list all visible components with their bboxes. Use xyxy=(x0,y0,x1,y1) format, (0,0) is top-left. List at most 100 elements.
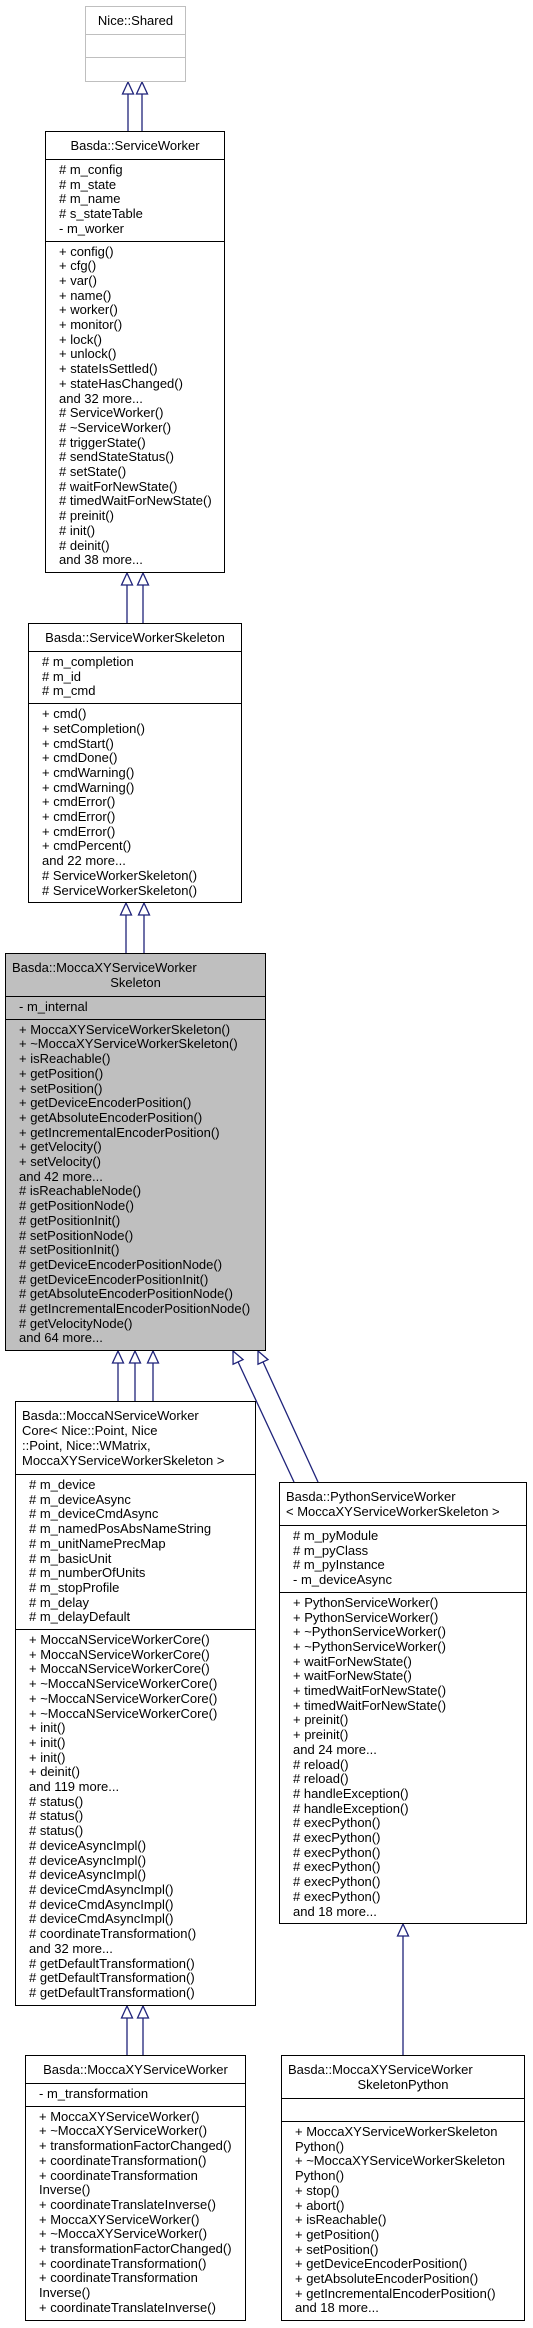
method-item[interactable]: Python() xyxy=(295,2168,516,2184)
class-mocca-xy-service-worker-skeleton-python[interactable]: Basda::MoccaXYServiceWorker SkeletonPytho… xyxy=(281,2055,525,2322)
method-item[interactable]: + MoccaXYServiceWorker() xyxy=(39,2212,237,2228)
method-item[interactable]: + cfg() xyxy=(59,259,216,274)
method-item[interactable]: + cmdPercent() xyxy=(42,839,233,854)
method-item[interactable]: + ~MoccaNServiceWorkerCore() xyxy=(29,1676,247,1692)
method-item[interactable]: and 22 more... xyxy=(42,853,233,869)
method-item[interactable]: + setPosition() xyxy=(19,1081,257,1097)
method-item[interactable]: + abort() xyxy=(295,2198,516,2214)
attribute-item[interactable]: # m_config xyxy=(59,162,216,178)
method-item[interactable]: # preinit() xyxy=(59,508,216,524)
method-item[interactable]: + transformationFactorChanged() xyxy=(39,2241,237,2257)
method-item[interactable]: # getDeviceEncoderPositionNode() xyxy=(19,1257,257,1273)
method-item[interactable]: # sendStateStatus() xyxy=(59,450,216,465)
method-item[interactable]: + getPosition() xyxy=(295,2227,516,2243)
method-item[interactable]: + MoccaNServiceWorkerCore() xyxy=(29,1662,247,1677)
method-item[interactable]: # execPython() xyxy=(293,1816,518,1831)
method-item[interactable]: # getDeviceEncoderPositionInit() xyxy=(19,1272,257,1288)
method-item[interactable]: # coordinateTransformation() xyxy=(29,1926,247,1942)
method-item[interactable]: + PythonServiceWorker() xyxy=(293,1610,518,1626)
method-item[interactable]: + cmdWarning() xyxy=(42,780,233,796)
method-item[interactable]: # execPython() xyxy=(293,1830,518,1846)
method-item[interactable]: # getDefaultTransformation() xyxy=(29,1985,247,2001)
attribute-item[interactable]: # m_name xyxy=(59,192,216,207)
method-item[interactable]: + ~PythonServiceWorker() xyxy=(293,1625,518,1640)
method-item[interactable]: + coordinateTransformation xyxy=(39,2168,237,2184)
method-item[interactable]: # status() xyxy=(29,1823,247,1839)
method-item[interactable]: # handleException() xyxy=(293,1801,518,1817)
method-item[interactable]: + getIncrementalEncoderPosition() xyxy=(295,2286,516,2302)
attribute-item[interactable]: # m_pyModule xyxy=(293,1528,518,1544)
method-item[interactable]: + isReachable() xyxy=(295,2213,516,2228)
method-item[interactable]: + var() xyxy=(59,273,216,289)
method-item[interactable]: # execPython() xyxy=(293,1860,518,1875)
method-item[interactable]: # execPython() xyxy=(293,1874,518,1890)
attribute-item[interactable]: # m_id xyxy=(42,669,233,685)
method-item[interactable]: + coordinateTransformation() xyxy=(39,2256,237,2272)
method-item[interactable]: + cmdStart() xyxy=(42,736,233,752)
method-item[interactable]: and 18 more... xyxy=(293,1904,518,1920)
attribute-item[interactable]: # m_deviceAsync xyxy=(29,1492,247,1508)
method-item[interactable]: + MoccaXYServiceWorkerSkeleton xyxy=(295,2124,516,2140)
method-item[interactable]: # deviceAsyncImpl() xyxy=(29,1853,247,1869)
method-item[interactable]: + ~PythonServiceWorker() xyxy=(293,1639,518,1655)
method-item[interactable]: and 32 more... xyxy=(29,1941,247,1957)
attribute-item[interactable]: # m_numberOfUnits xyxy=(29,1566,247,1581)
method-item[interactable]: + transformationFactorChanged() xyxy=(39,2138,237,2154)
method-item[interactable]: # deviceCmdAsyncImpl() xyxy=(29,1882,247,1898)
method-item[interactable]: + preinit() xyxy=(293,1713,518,1728)
method-item[interactable]: + ~MoccaNServiceWorkerCore() xyxy=(29,1691,247,1707)
attribute-item[interactable]: # m_device xyxy=(29,1477,247,1493)
method-item[interactable]: + unlock() xyxy=(59,347,216,362)
method-item[interactable]: # ~ServiceWorker() xyxy=(59,420,216,436)
attribute-item[interactable]: - m_internal xyxy=(19,999,257,1015)
method-item[interactable]: # deviceCmdAsyncImpl() xyxy=(29,1912,247,1927)
method-item[interactable]: and 38 more... xyxy=(59,553,216,568)
method-item[interactable]: + MoccaNServiceWorkerCore() xyxy=(29,1647,247,1663)
method-item[interactable]: + cmdError() xyxy=(42,824,233,840)
method-item[interactable]: Python() xyxy=(295,2139,516,2155)
method-item[interactable]: + cmdError() xyxy=(42,809,233,825)
method-item[interactable]: # waitForNewState() xyxy=(59,479,216,495)
method-item[interactable]: + cmdWarning() xyxy=(42,765,233,781)
attribute-item[interactable]: # m_pyInstance xyxy=(293,1558,518,1573)
method-item[interactable]: and 64 more... xyxy=(19,1331,257,1346)
method-item[interactable]: + stateIsSettled() xyxy=(59,361,216,377)
method-item[interactable]: # execPython() xyxy=(293,1845,518,1861)
method-item[interactable]: and 18 more... xyxy=(295,2301,516,2316)
attribute-item[interactable]: - m_transformation xyxy=(39,2086,237,2102)
method-item[interactable]: + setPosition() xyxy=(295,2242,516,2258)
attribute-item[interactable]: # m_state xyxy=(59,177,216,193)
attribute-item[interactable]: # m_completion xyxy=(42,654,233,670)
method-item[interactable]: + ~MoccaXYServiceWorker() xyxy=(39,2227,237,2242)
method-item[interactable]: Inverse() xyxy=(39,2285,237,2301)
class-service-worker[interactable]: Basda::ServiceWorker # m_config # m_state… xyxy=(45,131,225,573)
method-item[interactable]: + cmd() xyxy=(42,706,233,722)
method-item[interactable]: # status() xyxy=(29,1809,247,1824)
method-item[interactable]: # triggerState() xyxy=(59,435,216,451)
method-item[interactable]: and 42 more... xyxy=(19,1169,257,1185)
attribute-item[interactable]: # m_namedPosAbsNameString xyxy=(29,1521,247,1537)
method-item[interactable]: # getVelocityNode() xyxy=(19,1316,257,1332)
method-item[interactable]: # setPositionInit() xyxy=(19,1243,257,1258)
method-item[interactable]: # init() xyxy=(59,523,216,539)
method-item[interactable]: # handleException() xyxy=(293,1786,518,1802)
attribute-item[interactable]: # s_stateTable xyxy=(59,206,216,222)
attribute-item[interactable]: # m_cmd xyxy=(42,684,233,699)
class-python-service-worker[interactable]: Basda::PythonServiceWorker < MoccaXYServi… xyxy=(279,1482,527,1925)
attribute-item[interactable]: # m_deviceCmdAsync xyxy=(29,1507,247,1522)
attribute-item[interactable]: - m_deviceAsync xyxy=(293,1572,518,1588)
method-item[interactable]: # deviceCmdAsyncImpl() xyxy=(29,1897,247,1913)
class-service-worker-skeleton[interactable]: Basda::ServiceWorkerSkeleton # m_complet… xyxy=(28,623,242,904)
method-item[interactable]: + config() xyxy=(59,244,216,260)
method-item[interactable]: # getDefaultTransformation() xyxy=(29,1970,247,1986)
method-item[interactable]: # ServiceWorkerSkeleton() xyxy=(42,868,233,884)
method-item[interactable]: + MoccaNServiceWorkerCore() xyxy=(29,1632,247,1648)
attribute-item[interactable]: # m_pyClass xyxy=(293,1543,518,1559)
class-mocca-xy-service-worker[interactable]: Basda::MoccaXYServiceWorker - m_transfor… xyxy=(25,2055,246,2321)
attribute-item[interactable]: # m_delayDefault xyxy=(29,1610,247,1625)
method-item[interactable]: # status() xyxy=(29,1794,247,1810)
method-item[interactable]: # execPython() xyxy=(293,1889,518,1905)
method-item[interactable]: + init() xyxy=(29,1735,247,1751)
method-item[interactable]: + preinit() xyxy=(293,1727,518,1743)
method-item[interactable]: + getDeviceEncoderPosition() xyxy=(19,1096,257,1111)
